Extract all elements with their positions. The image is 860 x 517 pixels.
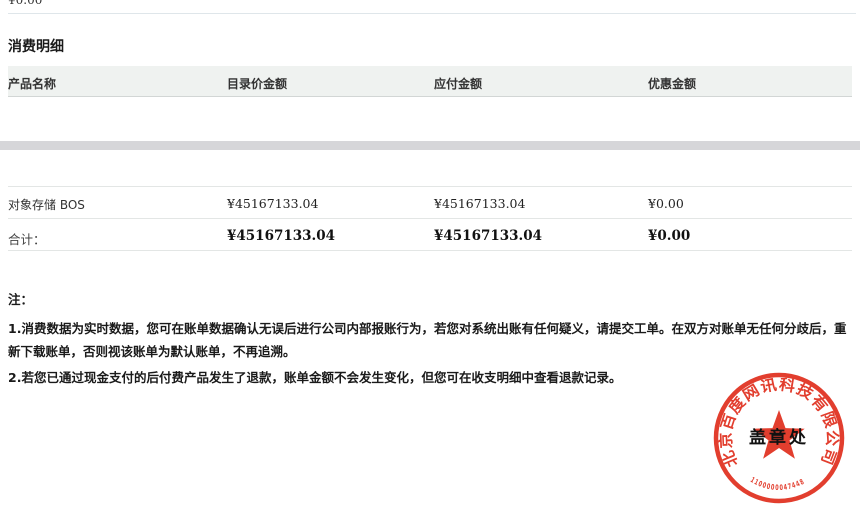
company-seal-stamp: 北京百度网讯科技有限公司 1100000047448 盖章处: [699, 358, 859, 517]
column-header-payable: 应付金额: [434, 75, 482, 92]
column-header-product-name: 产品名称: [8, 75, 56, 92]
svg-text:1100000047448: 1100000047448: [749, 475, 806, 492]
cell-list-price: ¥45167133.04: [227, 196, 318, 211]
note-item-1: 1.消费数据为实时数据，您可在账单数据确认无误后进行公司内部报账行为，若您对系统…: [8, 317, 850, 363]
total-list-price: ¥45167133.04: [227, 228, 335, 244]
billing-detail-page: ¥0.00 消费明细 产品名称 目录价金额 应付金额 优惠金额 对象存储 BOS…: [0, 0, 860, 517]
section-title: 消费明细: [8, 36, 64, 56]
cell-discount: ¥0.00: [648, 196, 684, 211]
total-payable: ¥45167133.04: [434, 228, 542, 244]
table-header-row: [8, 66, 852, 97]
total-discount: ¥0.00: [648, 228, 690, 244]
total-label: 合计：: [8, 229, 46, 248]
top-divider: [8, 13, 856, 14]
table-scrollbar-track[interactable]: [0, 141, 860, 150]
seal-here-label: 盖章处: [749, 427, 809, 448]
notes-title: 注：: [8, 289, 850, 308]
cell-payable: ¥45167133.04: [434, 196, 525, 211]
seal-serial-number: 1100000047448: [749, 475, 806, 492]
column-header-list-price: 目录价金额: [227, 75, 287, 92]
row-divider: [8, 218, 852, 219]
previous-section-amount: ¥0.00: [8, 0, 42, 7]
column-header-discount: 优惠金额: [648, 75, 696, 92]
cell-product-name: 对象存储 BOS: [8, 196, 85, 213]
row-divider: [8, 186, 852, 187]
table-bottom-divider: [8, 250, 852, 251]
